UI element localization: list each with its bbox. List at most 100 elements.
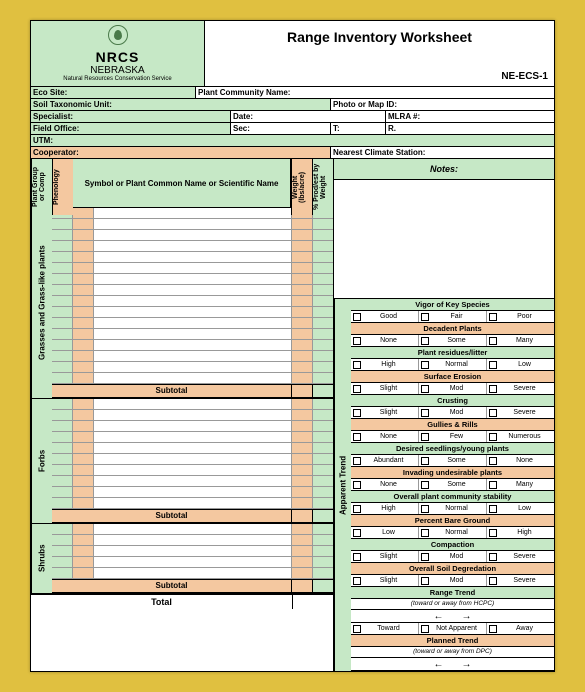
assess-options: NoneSomeMany	[351, 335, 554, 347]
data-row[interactable]	[52, 524, 333, 535]
assessment-rows: Vigor of Key SpeciesGoodFairPoorDecadent…	[351, 299, 554, 671]
checkbox-option[interactable]: Numerous	[487, 431, 554, 442]
data-row[interactable]	[52, 307, 333, 318]
data-row[interactable]	[52, 340, 333, 351]
checkbox-option[interactable]: Slight	[351, 575, 419, 586]
data-row[interactable]	[52, 296, 333, 307]
label-specialist: Specialist:	[31, 111, 231, 122]
checkbox-option[interactable]: Fair	[419, 311, 487, 322]
data-row[interactable]	[52, 535, 333, 546]
data-row[interactable]	[52, 557, 333, 568]
checkbox-option[interactable]: High	[351, 503, 419, 514]
data-row[interactable]	[52, 329, 333, 340]
data-row[interactable]	[52, 443, 333, 454]
checkbox-option[interactable]: Low	[351, 527, 419, 538]
checkbox-option[interactable]: Not Apparent	[419, 623, 487, 634]
checkbox-option[interactable]: High	[487, 527, 554, 538]
label-r: R.	[386, 123, 554, 134]
data-row[interactable]	[52, 432, 333, 443]
checkbox-option[interactable]: Toward	[351, 623, 419, 634]
checkbox-option[interactable]: Many	[487, 335, 554, 346]
data-row[interactable]	[52, 362, 333, 373]
checkbox-option[interactable]: Severe	[487, 407, 554, 418]
checkbox-option[interactable]: Some	[419, 335, 487, 346]
checkbox-option[interactable]: Slight	[351, 551, 419, 562]
data-row[interactable]	[52, 399, 333, 410]
data-row[interactable]	[52, 476, 333, 487]
data-row[interactable]	[52, 219, 333, 230]
checkbox-option[interactable]: Severe	[487, 383, 554, 394]
data-row[interactable]	[52, 318, 333, 329]
assess-options: SlightModSevere	[351, 383, 554, 395]
checkbox-option[interactable]: Many	[487, 479, 554, 490]
section-label-forbs: Forbs	[31, 399, 52, 523]
checkbox-option[interactable]: Poor	[487, 311, 554, 322]
checkbox-option[interactable]: None	[351, 335, 419, 346]
checkbox-option[interactable]: Slight	[351, 407, 419, 418]
nrcs-logo-icon	[108, 25, 128, 45]
checkbox-option[interactable]: Low	[487, 503, 554, 514]
row-total: Total	[31, 594, 333, 609]
assess-header: Decadent Plants	[351, 323, 554, 335]
data-row[interactable]	[52, 241, 333, 252]
row-coop: Cooperator: Nearest Climate Station:	[30, 147, 555, 159]
col-phenology: Phenology	[52, 159, 73, 215]
row-specialist: Specialist: Date: MLRA #:	[30, 111, 555, 123]
checkbox-option[interactable]: None	[351, 479, 419, 490]
data-row[interactable]	[52, 373, 333, 384]
data-row[interactable]	[52, 410, 333, 421]
checkbox-option[interactable]: Mod	[419, 383, 487, 394]
worksheet-title: Range Inventory Worksheet	[213, 29, 546, 45]
checkbox-option[interactable]: Severe	[487, 575, 554, 586]
checkbox-option[interactable]: Slight	[351, 383, 419, 394]
assess-header: Surface Erosion	[351, 371, 554, 383]
label-t: T:	[331, 123, 386, 134]
data-row[interactable]	[52, 285, 333, 296]
data-row[interactable]	[52, 546, 333, 557]
data-row[interactable]	[52, 274, 333, 285]
assessment-block: Apparent Trend Vigor of Key SpeciesGoodF…	[334, 299, 554, 671]
range-trend-sub: (toward or away from HCPC)	[351, 599, 554, 610]
checkbox-option[interactable]: High	[351, 359, 419, 370]
assess-header: Plant residues/litter	[351, 347, 554, 359]
notes-area[interactable]	[334, 180, 554, 299]
checkbox-option[interactable]: Abundant	[351, 455, 419, 466]
trend-options: TowardNot ApparentAway	[351, 623, 554, 635]
data-row[interactable]	[52, 487, 333, 498]
checkbox-option[interactable]: Few	[419, 431, 487, 442]
assess-options: HighNormalLow	[351, 359, 554, 371]
checkbox-option[interactable]: Some	[419, 455, 487, 466]
checkbox-option[interactable]: Away	[487, 623, 554, 634]
data-row[interactable]	[52, 498, 333, 509]
column-headers: Plant Group or Comp Phenology Symbol or …	[31, 159, 333, 208]
data-row[interactable]	[52, 230, 333, 241]
checkbox-option[interactable]: Normal	[419, 527, 487, 538]
assess-options: LowNormalHigh	[351, 527, 554, 539]
checkbox-option[interactable]: Mod	[419, 407, 487, 418]
checkbox-option[interactable]: None	[351, 431, 419, 442]
checkbox-option[interactable]: Low	[487, 359, 554, 370]
assess-options: NoneSomeMany	[351, 479, 554, 491]
assess-header: Desired seedlings/young plants	[351, 443, 554, 455]
form-code: NE-ECS-1	[501, 71, 548, 82]
subtotal-forbs: Subtotal	[52, 509, 333, 523]
subtotal-shrubs: Subtotal	[52, 579, 333, 593]
checkbox-option[interactable]: Mod	[419, 551, 487, 562]
col-pct: % Prod/est by Weight	[312, 159, 333, 215]
data-row[interactable]	[52, 568, 333, 579]
assess-header: Crusting	[351, 395, 554, 407]
checkbox-option[interactable]: Good	[351, 311, 419, 322]
checkbox-option[interactable]: Mod	[419, 575, 487, 586]
data-row[interactable]	[52, 351, 333, 362]
checkbox-option[interactable]: Severe	[487, 551, 554, 562]
checkbox-option[interactable]: None	[487, 455, 554, 466]
data-row[interactable]	[52, 454, 333, 465]
total-label: Total	[31, 595, 293, 609]
data-row[interactable]	[52, 465, 333, 476]
data-row[interactable]	[52, 252, 333, 263]
data-row[interactable]	[52, 421, 333, 432]
checkbox-option[interactable]: Normal	[419, 359, 487, 370]
checkbox-option[interactable]: Some	[419, 479, 487, 490]
data-row[interactable]	[52, 263, 333, 274]
checkbox-option[interactable]: Normal	[419, 503, 487, 514]
